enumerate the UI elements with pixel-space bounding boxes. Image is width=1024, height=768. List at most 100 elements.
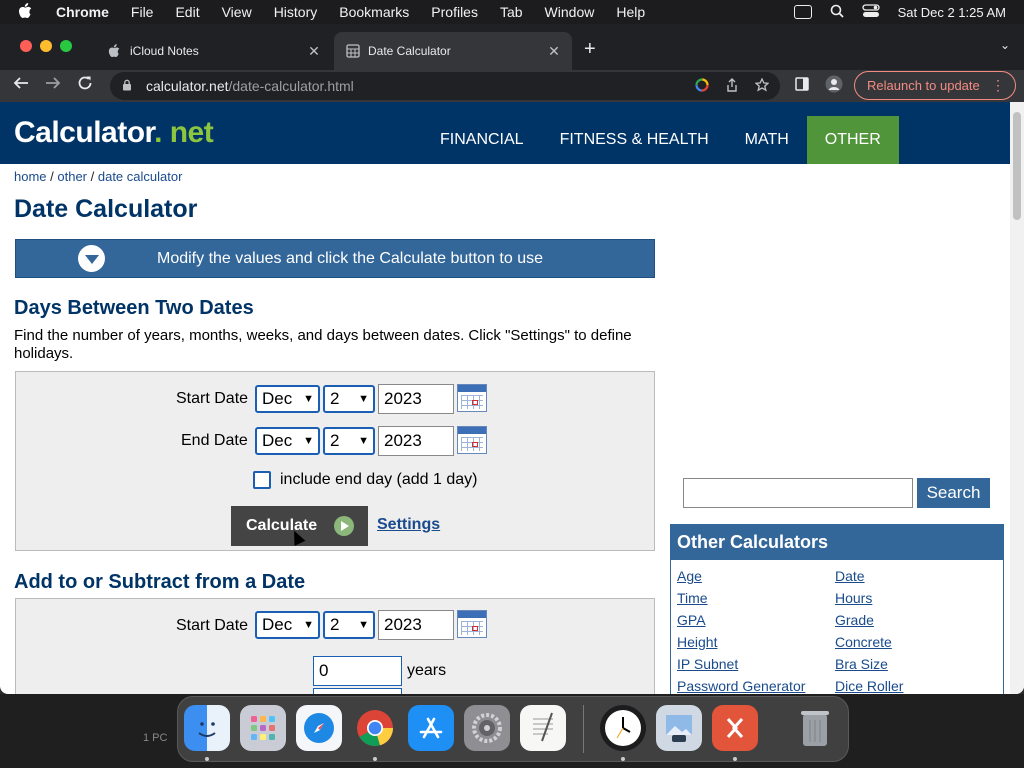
- chevron-down-icon: ▼: [358, 619, 369, 631]
- bookmark-star-icon[interactable]: [754, 77, 770, 95]
- kebab-menu-icon[interactable]: ⋮: [991, 77, 1005, 94]
- chevron-down-circle-icon[interactable]: [78, 245, 105, 272]
- menu-view[interactable]: View: [222, 4, 252, 20]
- tab-search-chevron-icon[interactable]: ⌄: [1000, 38, 1010, 52]
- breadcrumb-separator: /: [46, 169, 58, 184]
- spotlight-search-icon[interactable]: [830, 4, 844, 21]
- calc-link-hours[interactable]: Hours: [835, 590, 872, 606]
- share-icon[interactable]: [724, 78, 740, 95]
- finder-icon[interactable]: [184, 705, 230, 751]
- forward-arrow-icon[interactable]: [42, 75, 64, 96]
- instruction-banner[interactable]: Modify the values and click the Calculat…: [15, 239, 655, 278]
- menu-history[interactable]: History: [274, 4, 318, 20]
- end-year-input[interactable]: 2023: [378, 426, 454, 456]
- menu-tab[interactable]: Tab: [500, 4, 523, 20]
- relaunch-to-update-button[interactable]: Relaunch to update ⋮: [854, 71, 1016, 100]
- clock-icon[interactable]: [600, 705, 646, 751]
- menu-app-name[interactable]: Chrome: [56, 4, 109, 20]
- tab-icloud-notes[interactable]: iCloud Notes ✕: [96, 32, 332, 70]
- add-start-month-select[interactable]: Dec ▼: [255, 611, 320, 639]
- tab-close-icon[interactable]: ✕: [306, 43, 322, 60]
- menu-bookmarks[interactable]: Bookmarks: [339, 4, 409, 20]
- url-path: /date-calculator.html: [228, 78, 354, 94]
- window-minimize-button[interactable]: [40, 40, 52, 52]
- browser-toolbar: calculator.net/date-calculator.html Rela…: [0, 70, 1024, 102]
- back-arrow-icon[interactable]: [10, 75, 32, 96]
- calc-link-age[interactable]: Age: [677, 568, 702, 584]
- google-lens-icon[interactable]: [694, 78, 710, 95]
- calc-link-time[interactable]: Time: [677, 590, 708, 606]
- calc-link-dice-roller[interactable]: Dice Roller: [835, 678, 903, 694]
- chrome-icon[interactable]: [352, 705, 398, 751]
- preview-icon[interactable]: [656, 705, 702, 751]
- top-navigation: FINANCIAL FITNESS & HEALTH MATH OTHER: [422, 116, 899, 164]
- menu-window[interactable]: Window: [545, 4, 595, 20]
- calc-link-date[interactable]: Date: [835, 568, 865, 584]
- safari-icon[interactable]: [296, 705, 342, 751]
- calc-link-gpa[interactable]: GPA: [677, 612, 706, 628]
- address-bar[interactable]: calculator.net/date-calculator.html: [110, 72, 780, 100]
- breadcrumb-current[interactable]: date calculator: [98, 169, 183, 184]
- breadcrumb-home[interactable]: home: [14, 169, 47, 184]
- screen-mirroring-icon[interactable]: [793, 5, 812, 19]
- side-panel-icon[interactable]: [792, 77, 812, 94]
- menu-edit[interactable]: Edit: [175, 4, 199, 20]
- page-scrollbar[interactable]: [1010, 102, 1024, 694]
- reload-icon[interactable]: [74, 75, 96, 96]
- nav-fitness-health[interactable]: FITNESS & HEALTH: [542, 116, 727, 164]
- calc-link-height[interactable]: Height: [677, 634, 717, 650]
- end-day-select[interactable]: 2 ▼: [323, 427, 375, 455]
- trash-icon[interactable]: [792, 705, 838, 751]
- site-search-input[interactable]: [683, 478, 913, 508]
- remote-desktop-icon[interactable]: [712, 705, 758, 751]
- calendar-icon[interactable]: [457, 384, 487, 412]
- apple-icon[interactable]: [18, 2, 34, 22]
- calendar-icon[interactable]: [457, 610, 487, 638]
- profile-avatar-icon[interactable]: [824, 75, 844, 96]
- nav-other[interactable]: OTHER: [806, 116, 899, 164]
- nav-math[interactable]: MATH: [727, 116, 807, 164]
- add-start-year-input[interactable]: 2023: [378, 610, 454, 640]
- menu-file[interactable]: File: [131, 4, 154, 20]
- start-year-input[interactable]: 2023: [378, 384, 454, 414]
- textedit-icon[interactable]: [520, 705, 566, 751]
- chevron-down-icon: ▼: [358, 435, 369, 447]
- tab-date-calculator[interactable]: Date Calculator ✕: [334, 32, 572, 70]
- breadcrumb-other[interactable]: other: [57, 169, 87, 184]
- start-day-select[interactable]: 2 ▼: [323, 385, 375, 413]
- end-month-select[interactable]: Dec ▼: [255, 427, 320, 455]
- lock-icon[interactable]: [122, 79, 134, 94]
- add-start-day-select[interactable]: 2 ▼: [323, 611, 375, 639]
- years-input[interactable]: 0: [313, 656, 402, 686]
- scrollbar-thumb[interactable]: [1013, 112, 1021, 220]
- tab-title: Date Calculator: [368, 44, 451, 58]
- menubar-clock[interactable]: Sat Dec 2 1:25 AM: [898, 5, 1006, 20]
- calc-link-password-generator[interactable]: Password Generator: [677, 678, 805, 694]
- start-date-label: Start Date: [176, 617, 249, 634]
- site-logo[interactable]: Calculator. net: [14, 116, 214, 150]
- calc-link-bra-size[interactable]: Bra Size: [835, 656, 888, 672]
- include-end-day-checkbox[interactable]: [253, 471, 271, 489]
- menu-profiles[interactable]: Profiles: [431, 4, 478, 20]
- calc-link-grade[interactable]: Grade: [835, 612, 874, 628]
- calc-link-concrete[interactable]: Concrete: [835, 634, 892, 650]
- calendar-icon[interactable]: [457, 426, 487, 454]
- system-settings-icon[interactable]: [464, 705, 510, 751]
- include-end-day-label[interactable]: include end day (add 1 day): [280, 471, 477, 489]
- new-tab-button[interactable]: +: [584, 38, 596, 61]
- tab-close-icon[interactable]: ✕: [546, 43, 562, 60]
- window-zoom-button[interactable]: [60, 40, 72, 52]
- window-close-button[interactable]: [20, 40, 32, 52]
- launchpad-icon[interactable]: [240, 705, 286, 751]
- remote-desktop-running-indicator: [733, 757, 737, 761]
- section-description: Find the number of years, months, weeks,…: [14, 327, 632, 362]
- app-store-icon[interactable]: [408, 705, 454, 751]
- dock-separator: [583, 705, 584, 753]
- nav-financial[interactable]: FINANCIAL: [422, 116, 542, 164]
- calc-link-ip-subnet[interactable]: IP Subnet: [677, 656, 738, 672]
- settings-link[interactable]: Settings: [377, 516, 440, 534]
- start-month-select[interactable]: Dec ▼: [255, 385, 320, 413]
- search-button[interactable]: Search: [917, 478, 990, 508]
- menu-help[interactable]: Help: [616, 4, 645, 20]
- control-center-icon[interactable]: [861, 3, 880, 21]
